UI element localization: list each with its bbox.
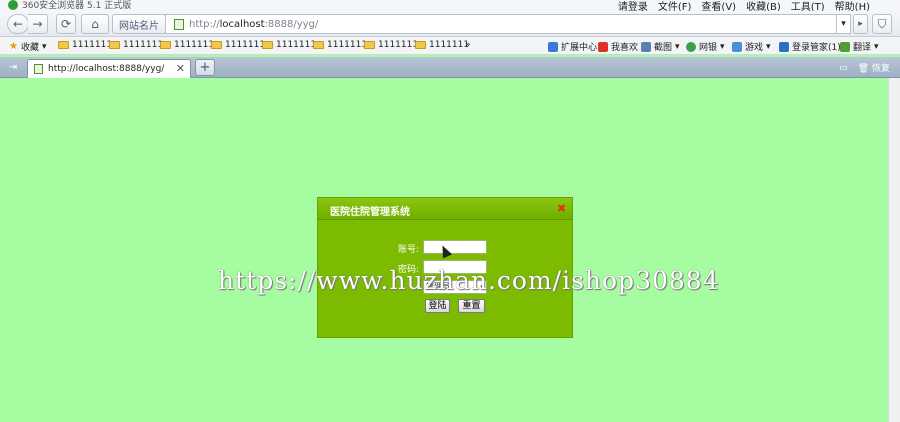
folder-icon xyxy=(109,41,120,49)
login-manager[interactable]: 登录管家(1) xyxy=(779,40,841,53)
folder-icon xyxy=(58,41,69,49)
bookmark-folder[interactable]: 1111111 xyxy=(211,40,265,50)
bookmark-folder[interactable]: 1111111 xyxy=(262,40,316,50)
bookmark-folder[interactable]: 1111111 xyxy=(109,40,163,50)
sidebar-toggle-icon[interactable]: ⇥ xyxy=(4,60,22,75)
home-button[interactable]: ⌂ xyxy=(81,14,109,34)
restore-button[interactable]: 🗑 恢复 xyxy=(858,61,890,74)
folder-icon xyxy=(313,41,324,49)
tab-bar: ⇥ http://localhost:8888/yyg/ ✕ + ▭ 🗑 恢复 xyxy=(0,57,900,78)
favorites-menu[interactable]: ★ 收藏 ▾ xyxy=(9,40,47,53)
favorites-like[interactable]: 我喜欢 xyxy=(598,40,638,53)
menu-file[interactable]: 文件(F) xyxy=(658,0,692,11)
online-banking[interactable]: 网银 ▾ xyxy=(686,40,725,53)
dialog-title: 医院住院管理系统 xyxy=(330,207,410,218)
key-icon xyxy=(779,41,789,52)
folder-icon xyxy=(262,41,273,49)
bookmark-folder[interactable]: 1111111 xyxy=(58,40,112,50)
bookmark-folder[interactable]: 1111111 xyxy=(364,40,418,50)
menu-favorites[interactable]: 收藏(B) xyxy=(746,0,781,11)
address-bar[interactable]: http://localhost:8888/yyg/ xyxy=(165,14,851,34)
extension-center[interactable]: 扩展中心 xyxy=(548,40,597,53)
folder-icon xyxy=(160,41,171,49)
menu-login[interactable]: 请登录 xyxy=(618,0,648,11)
screenshot-tool[interactable]: 截图 ▾ xyxy=(641,40,680,53)
menu-tools[interactable]: 工具(T) xyxy=(791,0,825,11)
close-icon[interactable]: ✖ xyxy=(556,203,567,214)
tab-close-icon[interactable]: ✕ xyxy=(176,62,185,75)
bookmarks-bar: ★ 收藏 ▾ 1111111 1111111 1111111 1111111 111… xyxy=(0,37,900,55)
tab-bar-tools: ▭ 🗑 恢复 xyxy=(839,61,890,75)
username-label: 账号: xyxy=(397,245,419,255)
login-button[interactable]: 登陆 xyxy=(425,299,450,313)
puzzle-icon xyxy=(548,41,558,52)
bookmark-folder[interactable]: 1111111 xyxy=(415,40,469,50)
translate-icon xyxy=(840,41,850,52)
heart-icon xyxy=(598,41,608,52)
scissors-icon xyxy=(641,41,651,52)
vertical-scrollbar[interactable] xyxy=(888,78,900,422)
security-shield-icon[interactable]: ⛉ xyxy=(872,14,892,34)
gamepad-icon xyxy=(732,41,742,52)
folder-icon xyxy=(211,41,222,49)
forward-button[interactable]: → xyxy=(28,14,48,34)
address-dropdown-icon[interactable]: ▾ xyxy=(836,14,851,34)
translate[interactable]: 翻译 ▾ xyxy=(840,40,879,53)
title-bar: 360安全浏览器 5.1 正式版 请登录 文件(F) 查看(V) 收藏(B) 工… xyxy=(0,0,900,11)
back-button[interactable]: ← xyxy=(7,14,29,34)
folder-icon xyxy=(364,41,375,49)
folder-icon xyxy=(415,41,426,49)
window-mode-icon[interactable]: ▭ xyxy=(839,63,848,73)
window-title: 360安全浏览器 5.1 正式版 xyxy=(22,1,132,11)
url-domain: localhost xyxy=(219,18,265,30)
new-tab-button[interactable]: + xyxy=(195,59,215,76)
url-prefix: http:// xyxy=(189,18,220,30)
games[interactable]: 游戏 ▾ xyxy=(732,40,771,53)
watermark-text: https://www.huzhan.com/ishop30884 xyxy=(218,266,720,295)
bookmark-folder[interactable]: 1111111 xyxy=(313,40,367,50)
menu-help[interactable]: 帮助(H) xyxy=(835,0,870,11)
menu-bar: 请登录 文件(F) 查看(V) 收藏(B) 工具(T) 帮助(H) xyxy=(618,0,900,11)
star-icon: ★ xyxy=(9,41,18,52)
tab-active[interactable]: http://localhost:8888/yyg/ ✕ xyxy=(27,59,191,78)
go-button[interactable]: ▸ xyxy=(853,14,868,34)
url-rest: :8888/yyg/ xyxy=(264,18,319,30)
username-input[interactable] xyxy=(423,240,487,254)
site-name-button[interactable]: 网站名片 xyxy=(112,14,166,34)
reload-button[interactable]: ⟳ xyxy=(56,14,76,34)
reset-button[interactable]: 重置 xyxy=(458,299,485,313)
browser-logo-icon xyxy=(8,0,18,10)
tab-favicon-icon xyxy=(34,64,43,74)
navigation-bar: ← → ⟳ ⌂ 网站名片 http://localhost:8888/yyg/ … xyxy=(0,11,900,37)
bookmarks-more[interactable]: » xyxy=(465,40,471,50)
menu-view[interactable]: 查看(V) xyxy=(701,0,736,11)
tab-title: http://localhost:8888/yyg/ xyxy=(48,64,165,74)
bookmark-folder[interactable]: 1111111 xyxy=(160,40,214,50)
page-favicon-icon xyxy=(174,18,184,30)
bank-icon xyxy=(686,41,696,52)
trash-icon: 🗑 xyxy=(857,64,870,74)
dialog-header: 医院住院管理系统 ✖ xyxy=(318,198,572,220)
